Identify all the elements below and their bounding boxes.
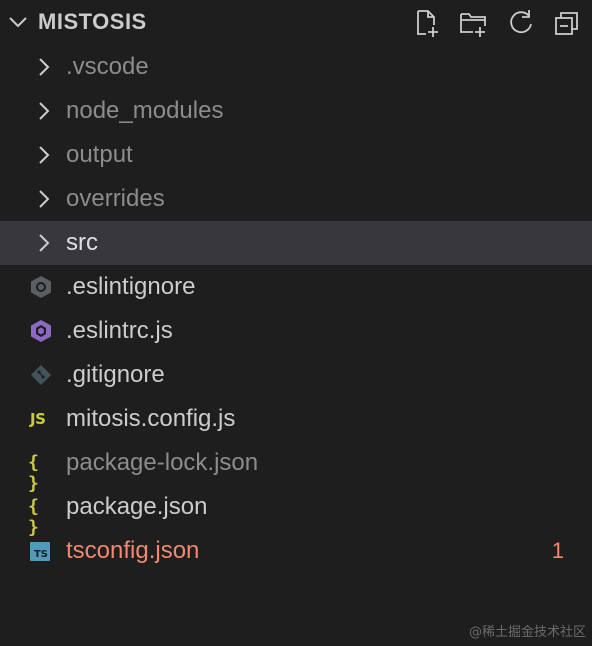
tree-item-mitosis-config[interactable]: JS mitosis.config.js: [0, 397, 592, 441]
chevron-right-icon[interactable]: [34, 57, 54, 77]
tree-item-label: .eslintrc.js: [66, 317, 173, 344]
tree-item-label: .vscode: [66, 53, 149, 80]
tree-item-tsconfig[interactable]: TS tsconfig.json 1: [0, 529, 592, 573]
tree-item-output[interactable]: output: [0, 133, 592, 177]
explorer-header[interactable]: MISTOSIS: [0, 0, 592, 44]
js-file-icon: JS: [28, 407, 54, 431]
tree-item-gitignore[interactable]: .gitignore: [0, 353, 592, 397]
js-icon-text: JS: [30, 410, 46, 428]
tree-item-label: .gitignore: [66, 361, 165, 388]
tree-item-vscode[interactable]: .vscode: [0, 45, 592, 89]
eslint-icon: [28, 319, 54, 343]
ts-icon-text: TS: [33, 549, 48, 560]
ts-file-icon: TS: [28, 539, 54, 563]
refresh-icon[interactable]: [506, 8, 536, 38]
problem-count-badge: 1: [551, 538, 564, 563]
collapse-all-icon[interactable]: [552, 8, 582, 38]
tree-item-overrides[interactable]: overrides: [0, 177, 592, 221]
json-file-icon: { }: [28, 451, 54, 494]
explorer-actions: [412, 8, 582, 38]
tree-item-label: node_modules: [66, 97, 224, 124]
tree-item-label: .eslintignore: [66, 273, 196, 300]
json-file-icon: { }: [28, 495, 54, 538]
new-file-icon[interactable]: [412, 8, 442, 38]
tree-item-eslintignore[interactable]: .eslintignore: [0, 265, 592, 309]
tree-item-label: overrides: [66, 185, 165, 212]
tree-item-label: output: [66, 141, 133, 168]
tree-item-package-json[interactable]: { } package.json: [0, 485, 592, 538]
git-icon: [28, 363, 54, 387]
tree-item-label: package.json: [66, 493, 208, 520]
new-folder-icon[interactable]: [458, 8, 488, 38]
tree-item-label: src: [66, 229, 98, 256]
tree-item-package-lock[interactable]: { } package-lock.json: [0, 441, 592, 494]
tree-item-eslintrc[interactable]: .eslintrc.js: [0, 309, 592, 353]
explorer-title: MISTOSIS: [38, 9, 147, 34]
tree-item-src[interactable]: src: [0, 221, 592, 265]
eslintignore-icon: [28, 275, 54, 299]
chevron-down-icon[interactable]: [8, 12, 28, 32]
tree-item-node-modules[interactable]: node_modules: [0, 89, 592, 133]
ts-icon-box: TS: [30, 542, 50, 561]
tree-item-label: mitosis.config.js: [66, 405, 236, 432]
chevron-right-icon[interactable]: [34, 145, 54, 165]
chevron-right-icon[interactable]: [34, 101, 54, 121]
tree-item-label: tsconfig.json: [66, 537, 200, 564]
watermark: @稀土掘金技术社区: [468, 625, 586, 640]
chevron-right-icon[interactable]: [34, 233, 54, 253]
file-tree: .vscode node_modules output overrides sr…: [0, 45, 592, 573]
chevron-right-icon[interactable]: [34, 189, 54, 209]
tree-item-label: package-lock.json: [66, 449, 259, 476]
